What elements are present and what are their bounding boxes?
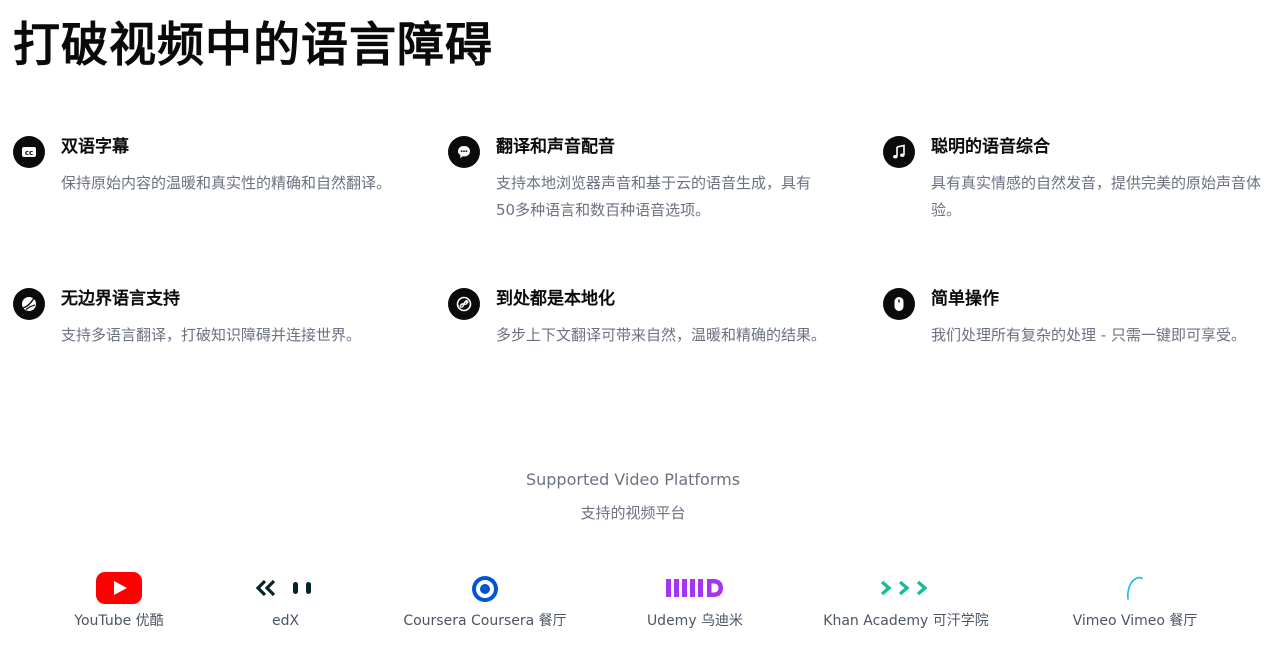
feature-title: 到处都是本地化 bbox=[496, 289, 615, 309]
platform-label: edX bbox=[271, 613, 300, 629]
feature-title: 简单操作 bbox=[931, 289, 999, 309]
platform-label: Coursera Coursera 餐厅 bbox=[403, 613, 567, 629]
platform-vimeo[interactable]: Vimeo Vimeo 餐厅 bbox=[1040, 569, 1230, 630]
feature-title: 双语字幕 bbox=[61, 137, 129, 157]
platforms-heading-zh: 支持的视频平台 bbox=[580, 504, 686, 522]
page: 打破视频中的语言障碍 cc 双语字幕 保持原始内容的温暖和真实性的精确和自然翻译… bbox=[0, 0, 1285, 663]
platform-edx[interactable]: edX bbox=[198, 569, 373, 630]
platform-coursera[interactable]: Coursera Coursera 餐厅 bbox=[385, 569, 585, 630]
cc-icon: cc bbox=[13, 136, 45, 168]
globe-icon bbox=[13, 288, 45, 320]
vimeo-logo-icon bbox=[1124, 569, 1146, 607]
coursera-logo-icon bbox=[470, 569, 500, 607]
link-icon bbox=[448, 288, 480, 320]
edx-logo-icon bbox=[255, 569, 317, 607]
khan-academy-logo-icon bbox=[880, 569, 932, 607]
platform-label: Udemy 乌迪米 bbox=[646, 613, 744, 629]
feature-description: 保持原始内容的温暖和真实性的精确和自然翻译。 bbox=[61, 174, 392, 192]
platform-udemy[interactable]: Udemy 乌迪米 bbox=[595, 569, 795, 630]
feature-description: 我们处理所有复杂的处理 - 只需一键即可享受。 bbox=[931, 326, 1246, 344]
platforms-heading-en: Supported Video Platforms bbox=[525, 470, 741, 489]
platform-label: Khan Academy 可汗学院 bbox=[823, 613, 989, 629]
feature-description: 支持本地浏览器声音和基于云的语音生成，具有50多种语言和数百种语音选项。 bbox=[496, 174, 812, 219]
feature-description: 多步上下文翻译可带来自然，温暖和精确的结果。 bbox=[496, 326, 827, 344]
chat-bubble-icon bbox=[448, 136, 480, 168]
music-note-icon bbox=[883, 136, 915, 168]
feature-description: 支持多语言翻译，打破知识障碍并连接世界。 bbox=[61, 326, 362, 344]
feature-title: 无边界语言支持 bbox=[61, 289, 180, 309]
platform-label: Vimeo Vimeo 餐厅 bbox=[1072, 613, 1198, 629]
youtube-logo-icon bbox=[96, 569, 142, 607]
svg-text:cc: cc bbox=[25, 149, 33, 157]
mouse-icon bbox=[883, 288, 915, 320]
platform-label: YouTube 优酷 bbox=[74, 613, 164, 629]
platform-khan-academy[interactable]: Khan Academy 可汗学院 bbox=[800, 569, 1012, 630]
page-title: 打破视频中的语言障碍 bbox=[13, 18, 493, 73]
feature-title: 聪明的语音综合 bbox=[931, 137, 1050, 157]
feature-description: 具有真实情感的自然发音，提供完美的原始声音体验。 bbox=[931, 174, 1262, 219]
udemy-logo-icon bbox=[666, 569, 724, 607]
feature-title: 翻译和声音配音 bbox=[496, 137, 615, 157]
